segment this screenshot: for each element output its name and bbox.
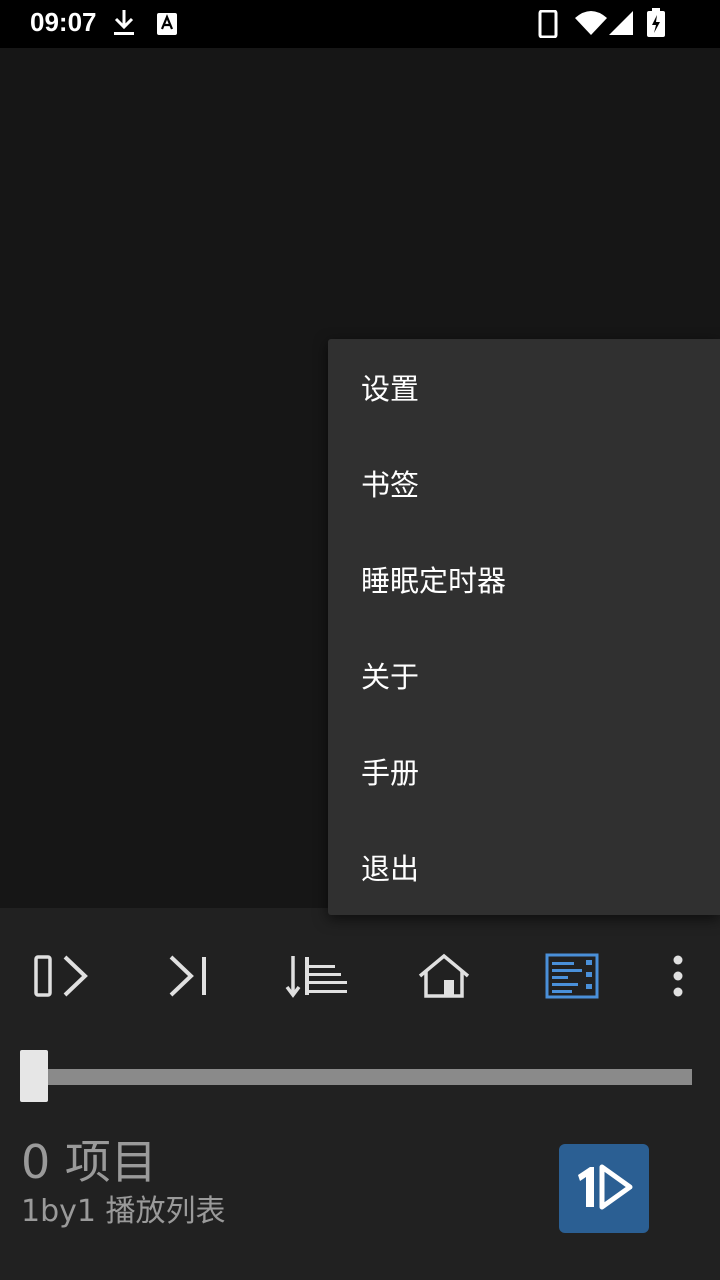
more-vert-icon <box>671 954 685 1002</box>
home-icon <box>416 952 472 1004</box>
overflow-menu: 设置 书签 睡眠定时器 关于 手册 退出 <box>328 339 720 915</box>
play-next-button[interactable] <box>13 938 113 1018</box>
battery-charging-icon <box>646 8 666 42</box>
playlist-view-button[interactable] <box>522 938 622 1018</box>
menu-item[interactable]: 设置 <box>328 339 720 435</box>
home-button[interactable] <box>394 938 494 1018</box>
signal-icon <box>608 10 634 40</box>
menu-item[interactable]: 书签 <box>328 435 720 531</box>
wifi-icon <box>574 10 608 40</box>
download-icon <box>112 8 136 42</box>
sort-button[interactable] <box>267 938 367 1018</box>
menu-item[interactable]: 睡眠定时器 <box>328 531 720 627</box>
play-next-icon <box>33 953 93 1003</box>
status-time: 09:07 <box>30 7 97 37</box>
sort-icon <box>285 953 349 1003</box>
screen: 09:07 0 项目 1by1 播放列表 设置 书签 睡眠定时器 关于 手册 退… <box>0 0 720 1280</box>
bottom-panel: 0 项目 1by1 播放列表 <box>0 908 720 1280</box>
skip-end-icon <box>167 953 211 1003</box>
play-one-by-one-icon <box>572 1161 636 1217</box>
seek-track[interactable] <box>20 1069 692 1085</box>
status-bar: 09:07 <box>0 0 720 48</box>
menu-item[interactable]: 手册 <box>328 723 720 819</box>
skip-end-button[interactable] <box>139 938 239 1018</box>
seek-bar[interactable] <box>20 1050 692 1104</box>
menu-item[interactable]: 退出 <box>328 819 720 915</box>
seek-thumb[interactable] <box>20 1050 48 1102</box>
more-options-button[interactable] <box>628 938 720 1018</box>
playlist-view-icon <box>544 952 600 1004</box>
keyboard-a-icon <box>156 12 178 40</box>
phone-icon <box>538 9 558 42</box>
playlist-name: 1by1 播放列表 <box>21 1194 226 1229</box>
menu-item[interactable]: 关于 <box>328 627 720 723</box>
playlist-item-count: 0 项目 <box>21 1135 157 1189</box>
play-button[interactable] <box>559 1144 649 1233</box>
